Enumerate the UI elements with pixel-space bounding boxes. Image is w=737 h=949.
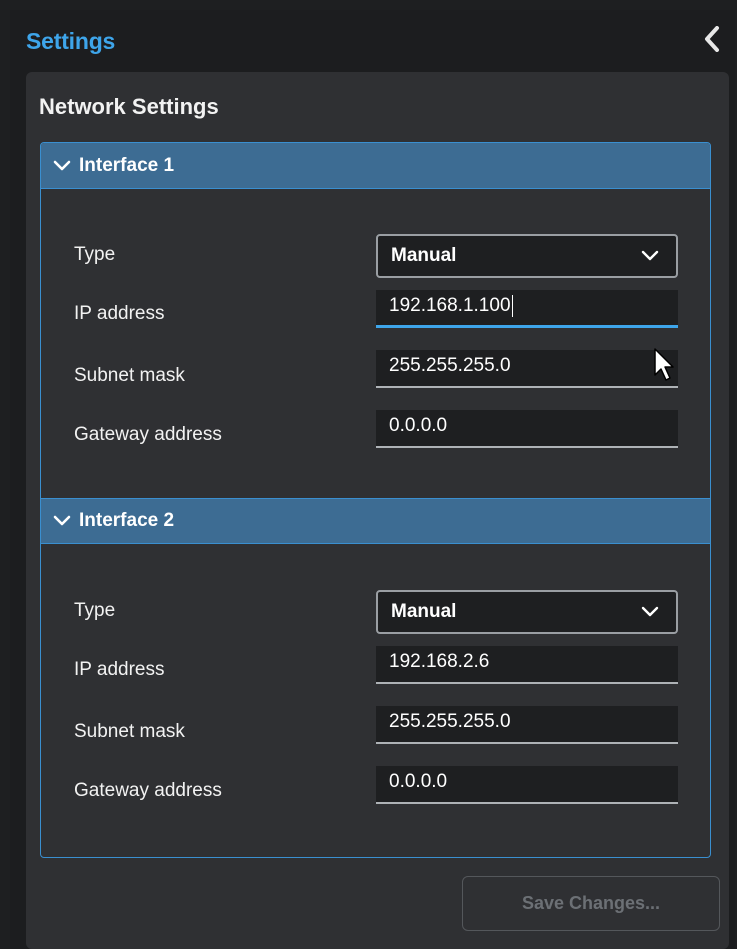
interfaces-group: Interface 1 Type Manual IP address 192.1… [40, 142, 711, 858]
interface-1-gateway-value: 0.0.0.0 [389, 415, 448, 436]
interface-2-ip-value: 192.168.2.6 [389, 651, 490, 672]
interface-2-type-value: Manual [391, 601, 457, 622]
settings-window: Settings Network Settings Interface 1 Ty… [10, 10, 735, 949]
chevron-left-icon [705, 26, 719, 52]
interface-1-subnet-label: Subnet mask [74, 365, 185, 386]
chevron-down-icon [53, 511, 73, 531]
interface-1-type-label: Type [74, 244, 116, 265]
network-settings-panel: Network Settings Interface 1 Type Manual… [26, 72, 729, 949]
interface-2-gateway-value: 0.0.0.0 [389, 771, 448, 792]
save-changes-button[interactable]: Save Changes... [462, 876, 720, 931]
section-heading: Network Settings [39, 94, 219, 119]
interface-2-gateway-label: Gateway address [74, 780, 222, 801]
interface-2-type-select[interactable]: Manual [376, 590, 678, 634]
interface-2-ip-label: IP address [74, 659, 165, 680]
interface-1-ip-input[interactable]: 192.168.1.100 [376, 290, 678, 328]
interface-2-subnet-value: 255.255.255.0 [389, 711, 511, 732]
interface-2-gateway-input[interactable]: 0.0.0.0 [376, 766, 678, 804]
interface-1-type-select[interactable]: Manual [376, 234, 678, 278]
interface-2-type-label: Type [74, 600, 116, 621]
interface-2-subnet-label: Subnet mask [74, 721, 185, 742]
chevron-down-icon [641, 606, 659, 617]
interface-1-title: Interface 1 [79, 154, 175, 176]
interface-1-gateway-label: Gateway address [74, 424, 222, 445]
interface-1-ip-label: IP address [74, 303, 165, 324]
interface-1-type-value: Manual [391, 245, 457, 266]
interface-1-header[interactable]: Interface 1 [41, 143, 710, 189]
interface-1-subnet-input[interactable]: 255.255.255.0 [376, 350, 678, 388]
interface-2-ip-input[interactable]: 192.168.2.6 [376, 646, 678, 684]
page-title: Settings [26, 28, 116, 54]
interface-1-subnet-value: 255.255.255.0 [389, 355, 511, 376]
interface-1-gateway-input[interactable]: 0.0.0.0 [376, 410, 678, 448]
interface-2-subnet-input[interactable]: 255.255.255.0 [376, 706, 678, 744]
interface-2-header[interactable]: Interface 2 [41, 498, 710, 544]
collapse-button[interactable] [697, 22, 727, 56]
interface-1-ip-value: 192.168.1.100 [389, 294, 511, 316]
chevron-down-icon [641, 250, 659, 261]
title-bar: Settings [10, 10, 735, 72]
chevron-down-icon [53, 156, 73, 176]
interface-2-title: Interface 2 [79, 510, 175, 531]
text-cursor [511, 294, 513, 317]
